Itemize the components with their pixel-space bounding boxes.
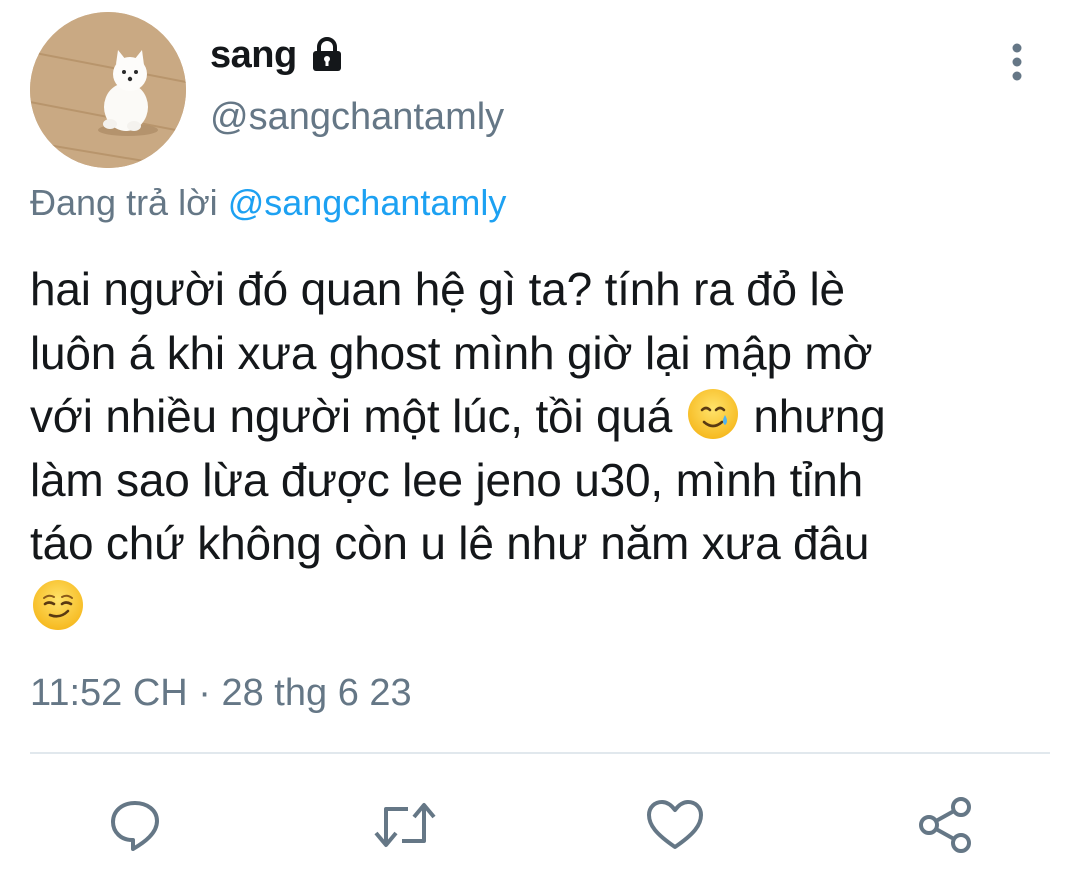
tweet-detail: sang @sangchantamly Đang trả lời @sangch… <box>0 0 1080 888</box>
smiling-face-with-tear-emoji <box>685 386 741 442</box>
name-row: sang <box>210 30 347 80</box>
user-handle[interactable]: @sangchantamly <box>210 96 504 139</box>
tweet-text-line: làm sao lừa được lee jeno u30, mình tỉnh <box>30 453 863 506</box>
heart-icon <box>644 795 706 855</box>
reply-icon <box>105 795 165 855</box>
white-puppy-avatar-image <box>30 12 186 168</box>
tweet-text-line: luôn á khi xưa ghost mình giờ lại mập mờ <box>30 326 873 379</box>
lock-icon <box>307 35 347 75</box>
tweet-text-line: táo chứ không còn u lê như năm xưa đâu <box>30 517 870 569</box>
tweet-actions <box>0 790 1080 860</box>
share-icon <box>915 795 975 855</box>
retweet-button[interactable] <box>370 790 440 860</box>
share-button[interactable] <box>910 790 980 860</box>
display-name[interactable]: sang <box>210 34 297 77</box>
more-options-icon[interactable] <box>1000 40 1034 84</box>
replying-to-mention[interactable]: @sangchantamly <box>228 182 507 223</box>
tweet-text: hai người đó quan hệ gì ta? tính ra đỏ l… <box>30 258 1040 639</box>
replying-to: Đang trả lời @sangchantamly <box>30 182 506 224</box>
tweet-text-line: hai người đó quan hệ gì ta? tính ra đỏ l… <box>30 263 845 315</box>
like-button[interactable] <box>640 790 710 860</box>
smirking-face-emoji <box>30 577 86 633</box>
avatar[interactable] <box>30 12 186 168</box>
tweet-text-line: nhưng <box>740 390 886 442</box>
replying-to-label: Đang trả lời <box>30 182 228 223</box>
reply-button[interactable] <box>100 790 170 860</box>
divider <box>30 752 1050 754</box>
tweet-timestamp[interactable]: 11:52 CH · 28 thg 6 23 <box>30 672 412 715</box>
tweet-text-line: với nhiều người một lúc, tồi quá <box>30 390 685 442</box>
retweet-icon <box>372 795 438 855</box>
